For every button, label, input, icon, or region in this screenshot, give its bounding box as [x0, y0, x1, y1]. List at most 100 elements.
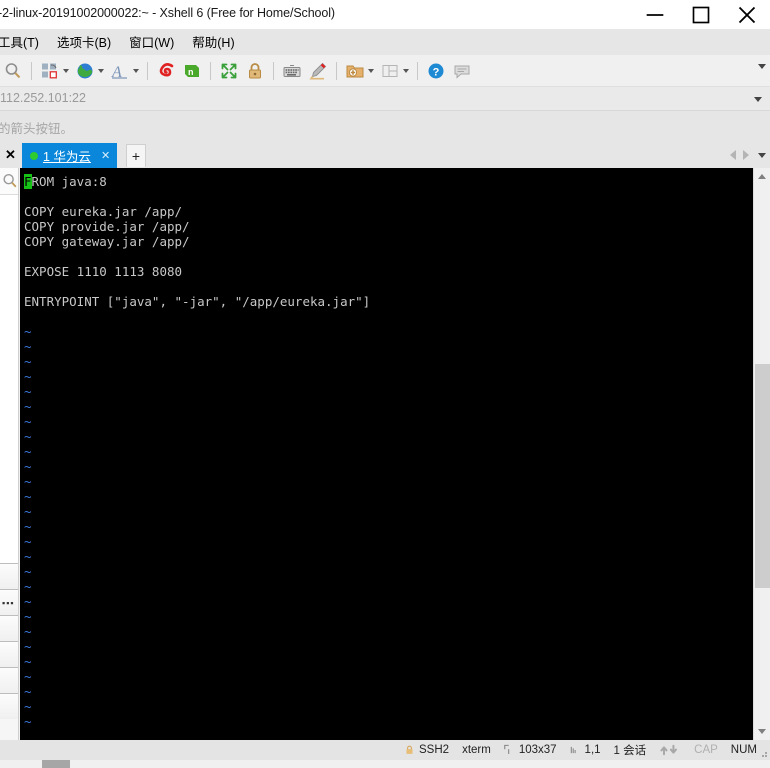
- layout-caret-icon[interactable]: [403, 68, 409, 73]
- tab-prev-icon[interactable]: [730, 150, 736, 160]
- toolbar-overflow-icon[interactable]: [758, 64, 766, 69]
- close-session-button[interactable]: ✕: [0, 142, 21, 168]
- status-transfer: [659, 744, 681, 756]
- sidebar-search-button[interactable]: [1, 172, 18, 190]
- status-cap: CAP: [694, 744, 718, 756]
- terminal-tilde-line: ~: [24, 609, 32, 624]
- window-title: -2-linux-20191002000022:~ - Xshell 6 (Fr…: [0, 6, 335, 20]
- toolbar-separator: [147, 61, 148, 80]
- hint-text: 的箭头按钮。: [0, 122, 74, 136]
- terminal-text: ROM java:8: [31, 174, 107, 189]
- terminal-line: COPY gateway.jar /app/: [24, 234, 190, 249]
- terminal-line: EXPOSE 1110 1113 8080: [24, 264, 183, 279]
- terminal-tilde-line: ~: [24, 414, 32, 429]
- session-caret-icon[interactable]: [63, 68, 69, 73]
- terminal-output[interactable]: FROM java:8 COPY eureka.jar /app/COPY pr…: [20, 168, 753, 740]
- session-manager-button[interactable]: [37, 58, 72, 84]
- sidebar-section[interactable]: [0, 615, 18, 641]
- tab-list-caret-icon[interactable]: [758, 152, 766, 158]
- menu-tools[interactable]: 工具(T): [0, 29, 48, 55]
- layout-button[interactable]: [377, 58, 412, 84]
- xftp-button[interactable]: [153, 58, 179, 84]
- maximize-icon: [692, 6, 710, 23]
- sidebar-section[interactable]: ▪▪▪: [0, 563, 18, 608]
- new-tab-button[interactable]: +: [126, 144, 146, 167]
- address-dropdown-icon[interactable]: [754, 97, 762, 102]
- terminal-tilde-line: ~: [24, 624, 32, 639]
- scrollbar-thumb[interactable]: [755, 364, 770, 588]
- magnifier-icon: [5, 62, 21, 78]
- keyboard-button[interactable]: [279, 58, 305, 84]
- chevron-up-icon: [758, 174, 766, 179]
- tab-next-icon[interactable]: [743, 150, 749, 160]
- close-button[interactable]: [724, 0, 770, 29]
- globe-button[interactable]: [72, 58, 107, 84]
- hint-strip: 的箭头按钮。: [0, 111, 770, 142]
- chevron-down-icon: [758, 729, 766, 734]
- highlight-button[interactable]: [305, 58, 331, 84]
- status-cap-label: CAP: [694, 744, 718, 756]
- terminal-tilde-line: ~: [24, 399, 32, 414]
- maximize-button[interactable]: [678, 0, 724, 29]
- window-horizontal-scrollbar[interactable]: [0, 760, 770, 768]
- terminal-tilde-line: ~: [24, 354, 32, 369]
- terminal-tilde-line: ~: [24, 339, 32, 354]
- find-button[interactable]: [0, 58, 26, 84]
- terminal-line: COPY eureka.jar /app/: [24, 204, 183, 219]
- font-a-icon: A: [111, 64, 127, 81]
- status-cursor-label: 1,1: [584, 744, 601, 756]
- new-folder-button[interactable]: [342, 58, 377, 84]
- terminal-tilde-line: ~: [24, 654, 32, 669]
- minimize-icon: [646, 13, 664, 16]
- scroll-up-button[interactable]: [754, 168, 770, 185]
- svg-text:n: n: [188, 67, 194, 77]
- terminal-line: FROM java:8: [24, 174, 753, 189]
- terminal-area: FROM java:8 COPY eureka.jar /app/COPY pr…: [20, 168, 770, 740]
- lock-button[interactable]: [242, 58, 268, 84]
- address-bar[interactable]: 112.252.101:22: [0, 87, 770, 111]
- terminal-tilde-line: ~: [24, 714, 32, 729]
- tab-huaweiyun[interactable]: 1 华为云 ✕: [22, 143, 118, 168]
- font-caret-icon[interactable]: [133, 68, 139, 73]
- font-button[interactable]: A: [107, 58, 142, 84]
- terminal-tilde-line: ~: [24, 429, 32, 444]
- status-terminal-type: xterm: [462, 744, 491, 756]
- terminal-tilde-line: ~: [24, 564, 32, 579]
- terminal-tilde-line: ~: [24, 699, 32, 714]
- lock-icon: [406, 745, 413, 754]
- help-button[interactable]: ?: [423, 58, 449, 84]
- address-input[interactable]: 112.252.101:22: [0, 91, 86, 105]
- minimize-button[interactable]: [632, 0, 678, 29]
- folder-caret-icon[interactable]: [368, 68, 374, 73]
- menu-help[interactable]: 帮助(H): [183, 29, 243, 55]
- chat-button[interactable]: [449, 58, 475, 84]
- menu-window[interactable]: 窗口(W): [120, 29, 183, 55]
- expand-icon: [221, 63, 237, 78]
- terminal-tilde-line: ~: [24, 369, 32, 384]
- close-icon: [738, 6, 756, 23]
- resize-grip-icon[interactable]: [758, 748, 768, 758]
- status-cursor: 1,1: [570, 744, 601, 756]
- sidebar-section[interactable]: [0, 693, 18, 719]
- terminal-tilde-line: ~: [24, 579, 32, 594]
- scroll-down-button[interactable]: [754, 723, 770, 740]
- sidebar-section[interactable]: [0, 667, 18, 693]
- tab-close-icon[interactable]: ✕: [101, 149, 110, 162]
- sidebar-section[interactable]: [0, 641, 18, 667]
- status-sessions-label: 1 会话: [613, 745, 647, 757]
- terminal-vertical-scrollbar[interactable]: [753, 168, 770, 740]
- title-bar: -2-linux-20191002000022:~ - Xshell 6 (Fr…: [0, 0, 770, 29]
- tab-status-dot-icon: [30, 151, 38, 160]
- window-controls: [632, 0, 770, 29]
- menu-tabs[interactable]: 选项卡(B): [48, 29, 120, 55]
- menu-bar: 工具(T) 选项卡(B) 窗口(W) 帮助(H): [0, 29, 770, 55]
- horizontal-scrollbar-thumb[interactable]: [42, 760, 70, 768]
- fullscreen-button[interactable]: [216, 58, 242, 84]
- xagent-button[interactable]: n: [179, 58, 205, 84]
- status-num: NUM: [731, 744, 757, 756]
- globe-caret-icon[interactable]: [98, 68, 104, 73]
